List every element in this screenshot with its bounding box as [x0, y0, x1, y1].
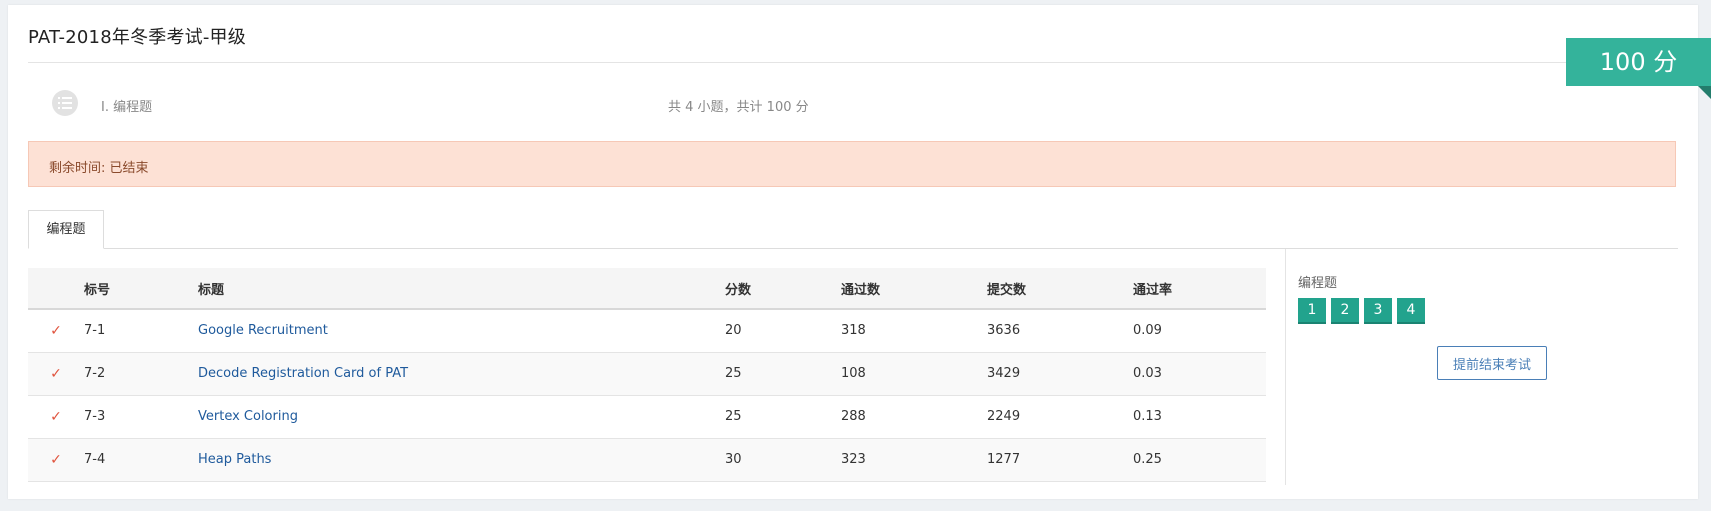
check-icon: ✓	[50, 322, 62, 339]
exam-card: PAT-2018年冬季考试-甲级 I. 编程题 共 4 小题，共计 100 分 …	[8, 5, 1698, 499]
problem-rate: 0.03	[1133, 366, 1162, 381]
problem-submitted: 3429	[987, 366, 1021, 381]
problem-submitted: 3636	[987, 323, 1021, 339]
header-title: 标题	[198, 282, 225, 298]
end-exam-button[interactable]: 提前结束考试	[1437, 346, 1547, 380]
problem-title-link[interactable]: Google Recruitment	[198, 323, 328, 338]
problem-title-link[interactable]: Heap Paths	[198, 452, 271, 467]
table-row: ✓ 7-3 Vertex Coloring 25 288 2249 0.13	[28, 395, 1266, 438]
question-number-button[interactable]: 2	[1331, 298, 1359, 324]
question-nav-label: 编程题	[1298, 276, 1338, 291]
list-icon	[52, 90, 78, 116]
problem-id: 7-1	[84, 323, 106, 339]
problem-id: 7-2	[84, 366, 106, 381]
table-header-row: 标号 标题 分数 通过数 提交数 通过率	[28, 268, 1266, 309]
table-row: ✓ 7-1 Google Recruitment 20 318 3636 0.0…	[28, 309, 1266, 352]
timer-banner: 剩余时间: 已结束	[28, 141, 1676, 187]
section-label: I. 编程题	[101, 100, 153, 115]
check-icon: ✓	[50, 365, 62, 382]
header-id: 标号	[84, 282, 111, 298]
question-number-button[interactable]: 3	[1364, 298, 1392, 324]
header-submitted: 提交数	[987, 282, 1027, 298]
problem-title-link[interactable]: Vertex Coloring	[198, 409, 298, 424]
score-badge: 100 分	[1566, 38, 1711, 86]
table-row: ✓ 7-2 Decode Registration Card of PAT 25…	[28, 352, 1266, 395]
problem-score: 25	[725, 366, 742, 381]
problem-score: 25	[725, 409, 742, 424]
score-badge-fold	[1698, 86, 1711, 99]
header-status	[28, 268, 84, 309]
header-score: 分数	[725, 282, 752, 298]
title-divider	[28, 62, 1678, 63]
problem-score: 30	[725, 452, 742, 467]
page-title: PAT-2018年冬季考试-甲级	[28, 27, 246, 48]
question-number-list: 1 2 3 4	[1298, 298, 1425, 324]
check-icon: ✓	[50, 408, 62, 425]
problem-rate: 0.25	[1133, 452, 1162, 467]
problem-rate: 0.09	[1133, 323, 1162, 339]
problem-passed: 323	[841, 452, 866, 467]
problem-id: 7-3	[84, 409, 106, 424]
problem-passed: 318	[841, 323, 866, 339]
problem-submitted: 1277	[987, 452, 1021, 467]
problem-table: 标号 标题 分数 通过数 提交数 通过率 ✓ 7-1 Google Recrui…	[28, 268, 1266, 482]
question-number-button[interactable]: 1	[1298, 298, 1326, 324]
table-row: ✓ 7-4 Heap Paths 30 323 1277 0.25	[28, 438, 1266, 481]
header-passed: 通过数	[841, 282, 881, 298]
tab-programming[interactable]: 编程题	[28, 210, 104, 249]
problem-passed: 108	[841, 366, 866, 381]
problem-rate: 0.13	[1133, 409, 1162, 424]
problem-title-link[interactable]: Decode Registration Card of PAT	[198, 366, 408, 381]
timer-text: 剩余时间: 已结束	[49, 161, 149, 176]
panel-divider	[1285, 249, 1286, 485]
problem-passed: 288	[841, 409, 866, 424]
question-number-button[interactable]: 4	[1397, 298, 1425, 324]
check-icon: ✓	[50, 451, 62, 468]
problem-score: 20	[725, 323, 742, 339]
problem-id: 7-4	[84, 452, 106, 467]
section-summary: 共 4 小题，共计 100 分	[668, 100, 809, 115]
section-row: I. 编程题 共 4 小题，共计 100 分	[28, 75, 1128, 133]
header-rate: 通过率	[1133, 282, 1173, 298]
tabs-divider	[28, 248, 1678, 249]
problem-submitted: 2249	[987, 409, 1021, 424]
